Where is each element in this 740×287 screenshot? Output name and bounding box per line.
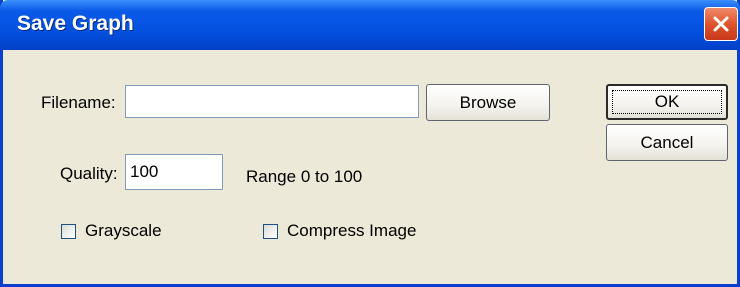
ok-button[interactable]: OK bbox=[606, 84, 728, 120]
compress-image-checkbox[interactable]: Compress Image bbox=[263, 221, 416, 241]
cancel-button-label: Cancel bbox=[640, 132, 694, 152]
save-graph-dialog: Save Graph Filename: Browse OK Cancel Qu… bbox=[0, 0, 740, 287]
compress-image-checkbox-box[interactable] bbox=[263, 223, 278, 239]
filename-label: Filename: bbox=[41, 93, 116, 112]
quality-range-text: Range 0 to 100 bbox=[246, 167, 363, 186]
compress-image-label: Compress Image bbox=[287, 221, 417, 240]
quality-input[interactable] bbox=[125, 154, 223, 190]
browse-button-label: Browse bbox=[459, 92, 517, 112]
cancel-button[interactable]: Cancel bbox=[606, 124, 728, 161]
title-bar[interactable]: Save Graph bbox=[0, 0, 740, 50]
grayscale-label: Grayscale bbox=[85, 221, 162, 240]
close-icon bbox=[713, 16, 729, 32]
close-button[interactable] bbox=[704, 7, 738, 41]
filename-input[interactable] bbox=[125, 85, 419, 118]
grayscale-checkbox[interactable]: Grayscale bbox=[61, 221, 162, 241]
grayscale-checkbox-box[interactable] bbox=[61, 223, 76, 239]
ok-button-label: OK bbox=[654, 92, 680, 111]
dialog-title: Save Graph bbox=[17, 12, 134, 35]
quality-label: Quality: bbox=[60, 164, 118, 183]
browse-button[interactable]: Browse bbox=[426, 84, 550, 121]
